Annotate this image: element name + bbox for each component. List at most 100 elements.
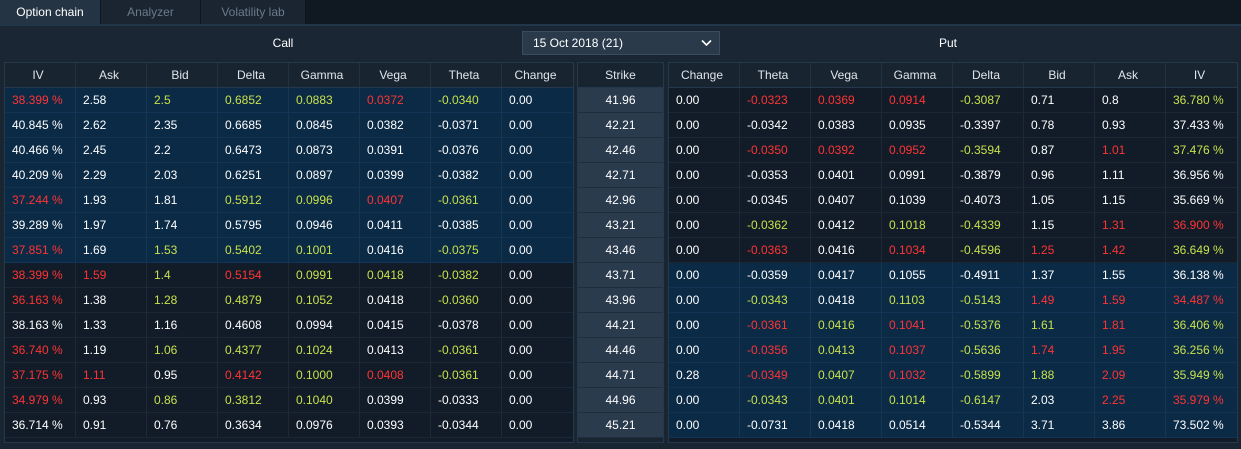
call-bid-cell[interactable]: 1.06 xyxy=(147,338,218,362)
call-ask-cell[interactable]: 1.97 xyxy=(76,213,147,237)
put-ask-cell[interactable]: 1.11 xyxy=(1095,163,1166,187)
put-bid-cell[interactable]: 1.05 xyxy=(1024,188,1095,212)
put-ask-cell[interactable]: 0.93 xyxy=(1095,113,1166,137)
put-row[interactable]: 0.00 -0.0356 0.0413 0.1037 -0.5636 1.74 1.95 36… xyxy=(669,338,1237,363)
put-bid-cell[interactable]: 0.87 xyxy=(1024,138,1095,162)
call-ask-cell[interactable]: 0.93 xyxy=(76,388,147,412)
put-ask-cell[interactable]: 1.01 xyxy=(1095,138,1166,162)
strike-cell[interactable]: 44.21 xyxy=(578,313,663,338)
strike-cell[interactable]: 43.21 xyxy=(578,213,663,238)
expiry-select[interactable]: 15 Oct 2018 (21) xyxy=(522,31,720,55)
put-row[interactable]: 0.00 -0.0362 0.0412 0.1018 -0.4339 1.15 1.31 36… xyxy=(669,213,1237,238)
call-row[interactable]: 38.399 % 1.59 1.4 0.5154 0.0991 0.0418 -0.0382… xyxy=(5,263,573,288)
call-row[interactable]: 34.979 % 0.93 0.86 0.3812 0.1040 0.0399 -0.033… xyxy=(5,388,573,413)
put-bid-cell[interactable]: 0.71 xyxy=(1024,88,1095,112)
call-row[interactable]: 39.289 % 1.97 1.74 0.5795 0.0946 0.0411 -0.038… xyxy=(5,213,573,238)
put-bid-cell[interactable]: 1.37 xyxy=(1024,263,1095,287)
call-bid-cell[interactable]: 1.53 xyxy=(147,238,218,262)
put-row[interactable]: 0.00 -0.0342 0.0383 0.0935 -0.3397 0.78 0.93 37… xyxy=(669,113,1237,138)
put-bid-cell[interactable]: 1.61 xyxy=(1024,313,1095,337)
call-bid-cell[interactable]: 0.95 xyxy=(147,363,218,387)
strike-cell[interactable]: 42.71 xyxy=(578,163,663,188)
call-ask-cell[interactable]: 1.69 xyxy=(76,238,147,262)
put-row[interactable]: 0.00 -0.0353 0.0401 0.0991 -0.3879 0.96 1.11 36… xyxy=(669,163,1237,188)
call-ask-cell[interactable]: 1.59 xyxy=(76,263,147,287)
put-row[interactable]: 0.00 -0.0350 0.0392 0.0952 -0.3594 0.87 1.01 37… xyxy=(669,138,1237,163)
strike-cell[interactable]: 41.96 xyxy=(578,88,663,113)
call-row[interactable]: 36.163 % 1.38 1.28 0.4879 0.1052 0.0418 -0.036… xyxy=(5,288,573,313)
strike-cell[interactable]: 43.96 xyxy=(578,288,663,313)
put-bid-cell[interactable]: 0.96 xyxy=(1024,163,1095,187)
call-row[interactable]: 36.714 % 0.91 0.76 0.3634 0.0976 0.0393 -0.034… xyxy=(5,413,573,438)
call-ask-cell[interactable]: 1.38 xyxy=(76,288,147,312)
call-bid-cell[interactable]: 1.74 xyxy=(147,213,218,237)
put-bid-cell[interactable]: 0.78 xyxy=(1024,113,1095,137)
strike-cell[interactable]: 44.96 xyxy=(578,388,663,413)
put-row[interactable]: 0.00 -0.0363 0.0416 0.1034 -0.4596 1.25 1.42 36… xyxy=(669,238,1237,263)
put-ask-cell[interactable]: 1.59 xyxy=(1095,288,1166,312)
call-bid-cell[interactable]: 1.16 xyxy=(147,313,218,337)
call-bid-cell[interactable]: 1.81 xyxy=(147,188,218,212)
call-ask-cell[interactable]: 2.29 xyxy=(76,163,147,187)
put-ask-cell[interactable]: 1.15 xyxy=(1095,188,1166,212)
put-ask-cell[interactable]: 2.09 xyxy=(1095,363,1166,387)
strike-cell[interactable]: 42.46 xyxy=(578,138,663,163)
put-row[interactable]: 0.28 -0.0349 0.0407 0.1032 -0.5899 1.88 2.09 35… xyxy=(669,363,1237,388)
call-row[interactable]: 36.740 % 1.19 1.06 0.4377 0.1024 0.0413 -0.036… xyxy=(5,338,573,363)
put-bid-cell[interactable]: 1.15 xyxy=(1024,213,1095,237)
call-row[interactable]: 40.209 % 2.29 2.03 0.6251 0.0897 0.0399 -0.038… xyxy=(5,163,573,188)
put-row[interactable]: 0.00 -0.0359 0.0417 0.1055 -0.4911 1.37 1.55 36… xyxy=(669,263,1237,288)
put-bid-cell[interactable]: 1.74 xyxy=(1024,338,1095,362)
call-bid-cell[interactable]: 0.76 xyxy=(147,413,218,437)
put-ask-cell[interactable]: 3.86 xyxy=(1095,413,1166,437)
call-bid-cell[interactable]: 2.2 xyxy=(147,138,218,162)
put-bid-cell[interactable]: 1.88 xyxy=(1024,363,1095,387)
put-ask-cell[interactable]: 1.55 xyxy=(1095,263,1166,287)
call-ask-cell[interactable]: 1.93 xyxy=(76,188,147,212)
strike-cell[interactable]: 44.71 xyxy=(578,363,663,388)
call-ask-cell[interactable]: 1.19 xyxy=(76,338,147,362)
call-row[interactable]: 37.175 % 1.11 0.95 0.4142 0.1000 0.0408 -0.036… xyxy=(5,363,573,388)
call-bid-cell[interactable]: 2.03 xyxy=(147,163,218,187)
put-row[interactable]: 0.00 -0.0323 0.0369 0.0914 -0.3087 0.71 0.8 36.… xyxy=(669,88,1237,113)
put-row[interactable]: 0.00 -0.0343 0.0418 0.1103 -0.5143 1.49 1.59 34… xyxy=(669,288,1237,313)
put-row[interactable]: 0.00 -0.0731 0.0418 0.0514 -0.5344 3.71 3.86 73… xyxy=(669,413,1237,438)
strike-cell[interactable]: 43.71 xyxy=(578,263,663,288)
strike-cell[interactable]: 45.21 xyxy=(578,413,663,438)
put-ask-cell[interactable]: 1.42 xyxy=(1095,238,1166,262)
call-ask-cell[interactable]: 1.33 xyxy=(76,313,147,337)
call-bid-cell[interactable]: 1.4 xyxy=(147,263,218,287)
tab-analyzer[interactable]: Analyzer xyxy=(101,0,201,24)
call-bid-cell[interactable]: 0.86 xyxy=(147,388,218,412)
call-row[interactable]: 37.244 % 1.93 1.81 0.5912 0.0996 0.0407 -0.036… xyxy=(5,188,573,213)
call-ask-cell[interactable]: 0.91 xyxy=(76,413,147,437)
put-row[interactable]: 0.00 -0.0345 0.0407 0.1039 -0.4073 1.05 1.15 35… xyxy=(669,188,1237,213)
call-ask-cell[interactable]: 2.62 xyxy=(76,113,147,137)
call-row[interactable]: 37.851 % 1.69 1.53 0.5402 0.1001 0.0416 -0.037… xyxy=(5,238,573,263)
put-row[interactable]: 0.00 -0.0361 0.0416 0.1041 -0.5376 1.61 1.81 36… xyxy=(669,313,1237,338)
call-bid-cell[interactable]: 2.5 xyxy=(147,88,218,112)
put-row[interactable]: 0.00 -0.0343 0.0401 0.1014 -0.6147 2.03 2.25 35… xyxy=(669,388,1237,413)
strike-cell[interactable]: 42.96 xyxy=(578,188,663,213)
put-ask-cell[interactable]: 2.25 xyxy=(1095,388,1166,412)
call-bid-cell[interactable]: 1.28 xyxy=(147,288,218,312)
call-bid-cell[interactable]: 2.35 xyxy=(147,113,218,137)
put-ask-cell[interactable]: 1.81 xyxy=(1095,313,1166,337)
put-bid-cell[interactable]: 2.03 xyxy=(1024,388,1095,412)
strike-cell[interactable]: 44.46 xyxy=(578,338,663,363)
put-bid-cell[interactable]: 1.25 xyxy=(1024,238,1095,262)
call-ask-cell[interactable]: 1.11 xyxy=(76,363,147,387)
put-bid-cell[interactable]: 3.71 xyxy=(1024,413,1095,437)
put-ask-cell[interactable]: 1.31 xyxy=(1095,213,1166,237)
call-row[interactable]: 40.466 % 2.45 2.2 0.6473 0.0873 0.0391 -0.0376… xyxy=(5,138,573,163)
call-ask-cell[interactable]: 2.58 xyxy=(76,88,147,112)
put-bid-cell[interactable]: 1.49 xyxy=(1024,288,1095,312)
call-row[interactable]: 38.399 % 2.58 2.5 0.6852 0.0883 0.0372 -0.0340… xyxy=(5,88,573,113)
call-ask-cell[interactable]: 2.45 xyxy=(76,138,147,162)
tab-volatility-lab[interactable]: Volatility lab xyxy=(201,0,306,24)
call-row[interactable]: 38.163 % 1.33 1.16 0.4608 0.0994 0.0415 -0.037… xyxy=(5,313,573,338)
put-ask-cell[interactable]: 0.8 xyxy=(1095,88,1166,112)
tab-option-chain[interactable]: Option chain xyxy=(0,0,101,24)
call-row[interactable]: 40.845 % 2.62 2.35 0.6685 0.0845 0.0382 -0.037… xyxy=(5,113,573,138)
strike-cell[interactable]: 42.21 xyxy=(578,113,663,138)
